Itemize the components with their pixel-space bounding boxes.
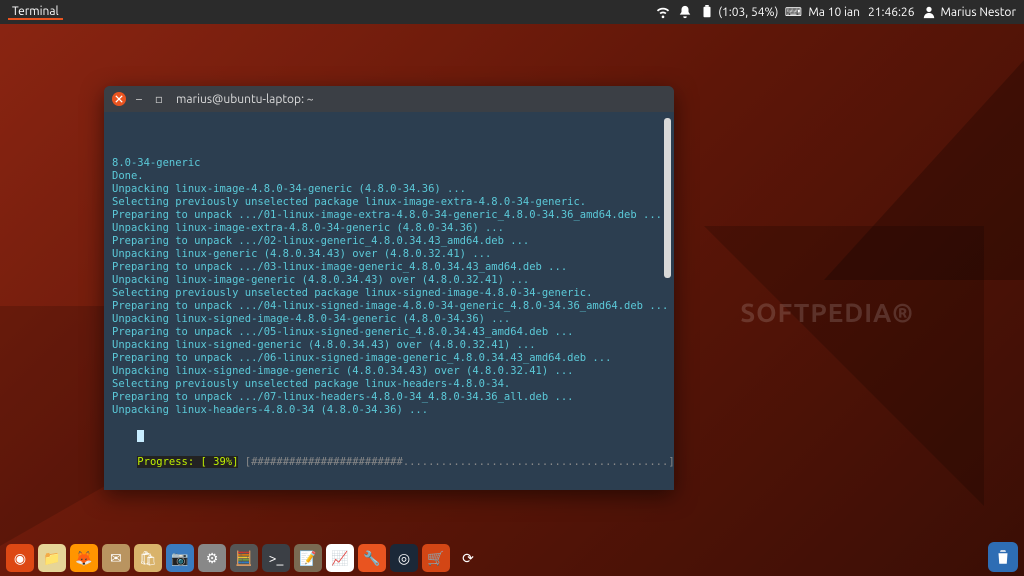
dock: ◉📁🦊✉🛍📷⚙🧮>_📝📈🔧◎🛒⟳: [6, 544, 482, 572]
terminal-window[interactable]: – ▫ marius@ubuntu-laptop: ~ 8.0-34-gener…: [104, 86, 674, 490]
dock-firefox[interactable]: 🦊: [70, 544, 98, 572]
dock-mail[interactable]: ✉: [102, 544, 130, 572]
watermark: SOFTPEDIA®: [740, 298, 914, 327]
dock-settings[interactable]: ⚙: [198, 544, 226, 572]
user-menu[interactable]: Marius Nestor: [922, 5, 1016, 19]
wifi-indicator[interactable]: [656, 5, 670, 19]
dock-steam[interactable]: ◎: [390, 544, 418, 572]
terminal-line: Unpacking linux-image-extra-4.8.0-34-gen…: [112, 222, 660, 235]
terminal-line: Preparing to unpack .../02-linux-generic…: [112, 235, 660, 248]
active-app-label[interactable]: Terminal: [8, 5, 63, 20]
dock-files[interactable]: 📁: [38, 544, 66, 572]
terminal-line: Unpacking linux-signed-generic (4.8.0.34…: [112, 339, 660, 352]
window-minimize-button[interactable]: –: [132, 92, 146, 106]
dock-show-apps[interactable]: ◉: [6, 544, 34, 572]
keyboard-indicator[interactable]: ⌨: [786, 5, 800, 19]
battery-indicator[interactable]: (1:03, 54%): [700, 5, 778, 19]
bell-icon: [678, 5, 692, 19]
wallpaper-shape: [704, 226, 984, 506]
terminal-line: Unpacking linux-generic (4.8.0.34.43) ov…: [112, 248, 660, 261]
dock-text-editor[interactable]: 📝: [294, 544, 322, 572]
terminal-cursor: [137, 430, 144, 442]
wifi-icon: [656, 5, 670, 19]
terminal-line: Preparing to unpack .../07-linux-headers…: [112, 391, 660, 404]
user-name: Marius Nestor: [940, 6, 1016, 19]
terminal-line: Preparing to unpack .../06-linux-signed-…: [112, 352, 660, 365]
progress-bar: [########################...............…: [238, 456, 681, 468]
top-bar: Terminal (1:03, 54%) ⌨ Ma 10 ian 21:46:2…: [0, 0, 1024, 24]
window-title: marius@ubuntu-laptop: ~: [176, 93, 314, 106]
battery-icon: [700, 5, 714, 19]
keyboard-icon: ⌨: [786, 5, 800, 19]
trash-button[interactable]: [988, 542, 1018, 572]
dock-updates[interactable]: ⟳: [454, 544, 482, 572]
dock-system-monitor[interactable]: 📈: [326, 544, 354, 572]
dock-store[interactable]: 🛍: [134, 544, 162, 572]
terminal-line: Preparing to unpack .../04-linux-signed-…: [112, 300, 660, 313]
terminal-output[interactable]: 8.0-34-genericDone.Unpacking linux-image…: [104, 112, 674, 490]
notifications-indicator[interactable]: [678, 5, 692, 19]
terminal-scrollbar[interactable]: [664, 118, 671, 278]
terminal-line: Preparing to unpack .../05-linux-signed-…: [112, 326, 660, 339]
dock-calculator[interactable]: 🧮: [230, 544, 258, 572]
user-avatar-icon: [922, 5, 936, 19]
dock-utilities[interactable]: 🔧: [358, 544, 386, 572]
terminal-line: Done.: [112, 170, 660, 183]
terminal-line: Unpacking linux-image-4.8.0-34-generic (…: [112, 183, 660, 196]
terminal-line: Selecting previously unselected package …: [112, 196, 660, 209]
progress-label: Progress: [ 39%]: [137, 456, 238, 468]
window-titlebar[interactable]: – ▫ marius@ubuntu-laptop: ~: [104, 86, 674, 112]
terminal-line: Unpacking linux-image-generic (4.8.0.34.…: [112, 274, 660, 287]
dock-terminal[interactable]: >_: [262, 544, 290, 572]
terminal-line: Preparing to unpack .../01-linux-image-e…: [112, 209, 660, 222]
terminal-line: Unpacking linux-signed-image-generic (4.…: [112, 365, 660, 378]
dock-screenshot[interactable]: 📷: [166, 544, 194, 572]
terminal-line: 8.0-34-generic: [112, 157, 660, 170]
date-label[interactable]: Ma 10 ian: [808, 6, 860, 19]
time-label[interactable]: 21:46:26: [868, 6, 915, 19]
battery-text: (1:03, 54%): [718, 6, 778, 19]
dock-software[interactable]: 🛒: [422, 544, 450, 572]
window-close-button[interactable]: [112, 92, 126, 106]
terminal-line: Unpacking linux-headers-4.8.0-34 (4.8.0-…: [112, 404, 660, 417]
terminal-line: Selecting previously unselected package …: [112, 287, 660, 300]
terminal-line: Unpacking linux-signed-image-4.8.0-34-ge…: [112, 313, 660, 326]
terminal-line: Selecting previously unselected package …: [112, 378, 660, 391]
window-maximize-button[interactable]: ▫: [152, 92, 166, 106]
terminal-line: Preparing to unpack .../03-linux-image-g…: [112, 261, 660, 274]
